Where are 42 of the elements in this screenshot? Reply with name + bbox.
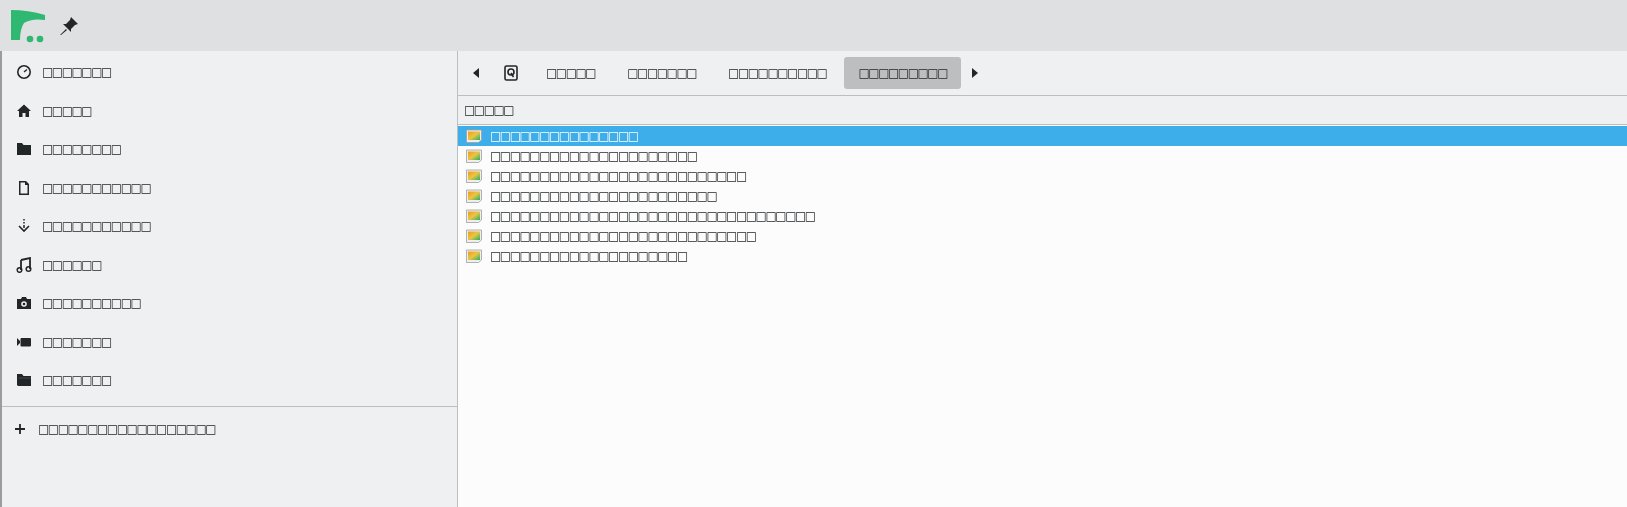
folder-icon xyxy=(16,372,32,389)
column-header[interactable]: □□□□□ xyxy=(464,101,514,119)
drive-icon[interactable] xyxy=(504,65,518,81)
image-file-icon xyxy=(466,149,482,163)
sidebar-item[interactable]: □□□□□□□ xyxy=(42,332,111,351)
music-note-icon xyxy=(16,256,32,273)
sidebar-item[interactable]: □□□□□□□□□□□ xyxy=(42,217,151,236)
image-file-icon xyxy=(466,129,482,143)
file-row[interactable]: □□□□□□□□□□□□□□□□□□□□□□□□□□ xyxy=(458,166,1627,186)
file-row[interactable]: □□□□□□□□□□□□□□□□□□□□□ xyxy=(458,146,1627,166)
home-icon xyxy=(16,102,32,119)
image-file-icon xyxy=(466,189,482,203)
add-entry-link[interactable]: □□□□□□□□□□□□□□□□□□ xyxy=(38,419,216,438)
file-row[interactable]: □□□□□□□□□□□□□□□□□□□□ xyxy=(458,246,1627,266)
app-logo-icon xyxy=(10,8,46,43)
sidebar-item[interactable]: □□□□□ xyxy=(42,101,92,120)
sidebar-item[interactable]: □□□□□□□□□□□ xyxy=(42,178,151,197)
folder-icon xyxy=(16,141,32,158)
back-arrow-icon[interactable] xyxy=(472,67,480,79)
file-row[interactable]: □□□□□□□□□□□□□□□□□□□□□□□ xyxy=(458,186,1627,206)
breadcrumb-tab[interactable]: □□□□□□□□□□ xyxy=(714,57,841,89)
file-row[interactable]: □□□□□□□□□□□□□□□□□□□□□□□□□□□□□□□□□ xyxy=(458,206,1627,226)
camera-icon xyxy=(16,295,32,312)
breadcrumb-tab[interactable]: □□□□□□□ xyxy=(613,57,711,89)
sidebar-item[interactable]: □□□□□□□ xyxy=(42,371,111,390)
pin-icon[interactable] xyxy=(58,14,80,37)
image-file-icon xyxy=(466,229,482,243)
file-row[interactable]: □□□□□□□□□□□□□□□□□□□□□□□□□□□ xyxy=(458,226,1627,246)
image-file-icon xyxy=(466,249,482,263)
download-icon xyxy=(16,218,32,235)
image-file-icon xyxy=(466,169,482,183)
image-file-icon xyxy=(466,209,482,223)
document-icon xyxy=(16,179,32,196)
forward-arrow-icon[interactable] xyxy=(971,67,979,79)
sidebar-item[interactable]: □□□□□□□□ xyxy=(42,140,121,159)
breadcrumb-tab[interactable]: □□□□□ xyxy=(532,57,610,89)
sidebar-item[interactable]: □□□□□□□□□□ xyxy=(42,294,141,313)
clock-icon xyxy=(16,64,32,81)
breadcrumb-tab[interactable]: □□□□□□□□□ xyxy=(844,57,961,89)
sidebar-item[interactable]: □□□□□□ xyxy=(42,255,102,274)
plus-icon xyxy=(14,422,26,435)
sidebar-item[interactable]: □□□□□□□ xyxy=(42,63,111,82)
